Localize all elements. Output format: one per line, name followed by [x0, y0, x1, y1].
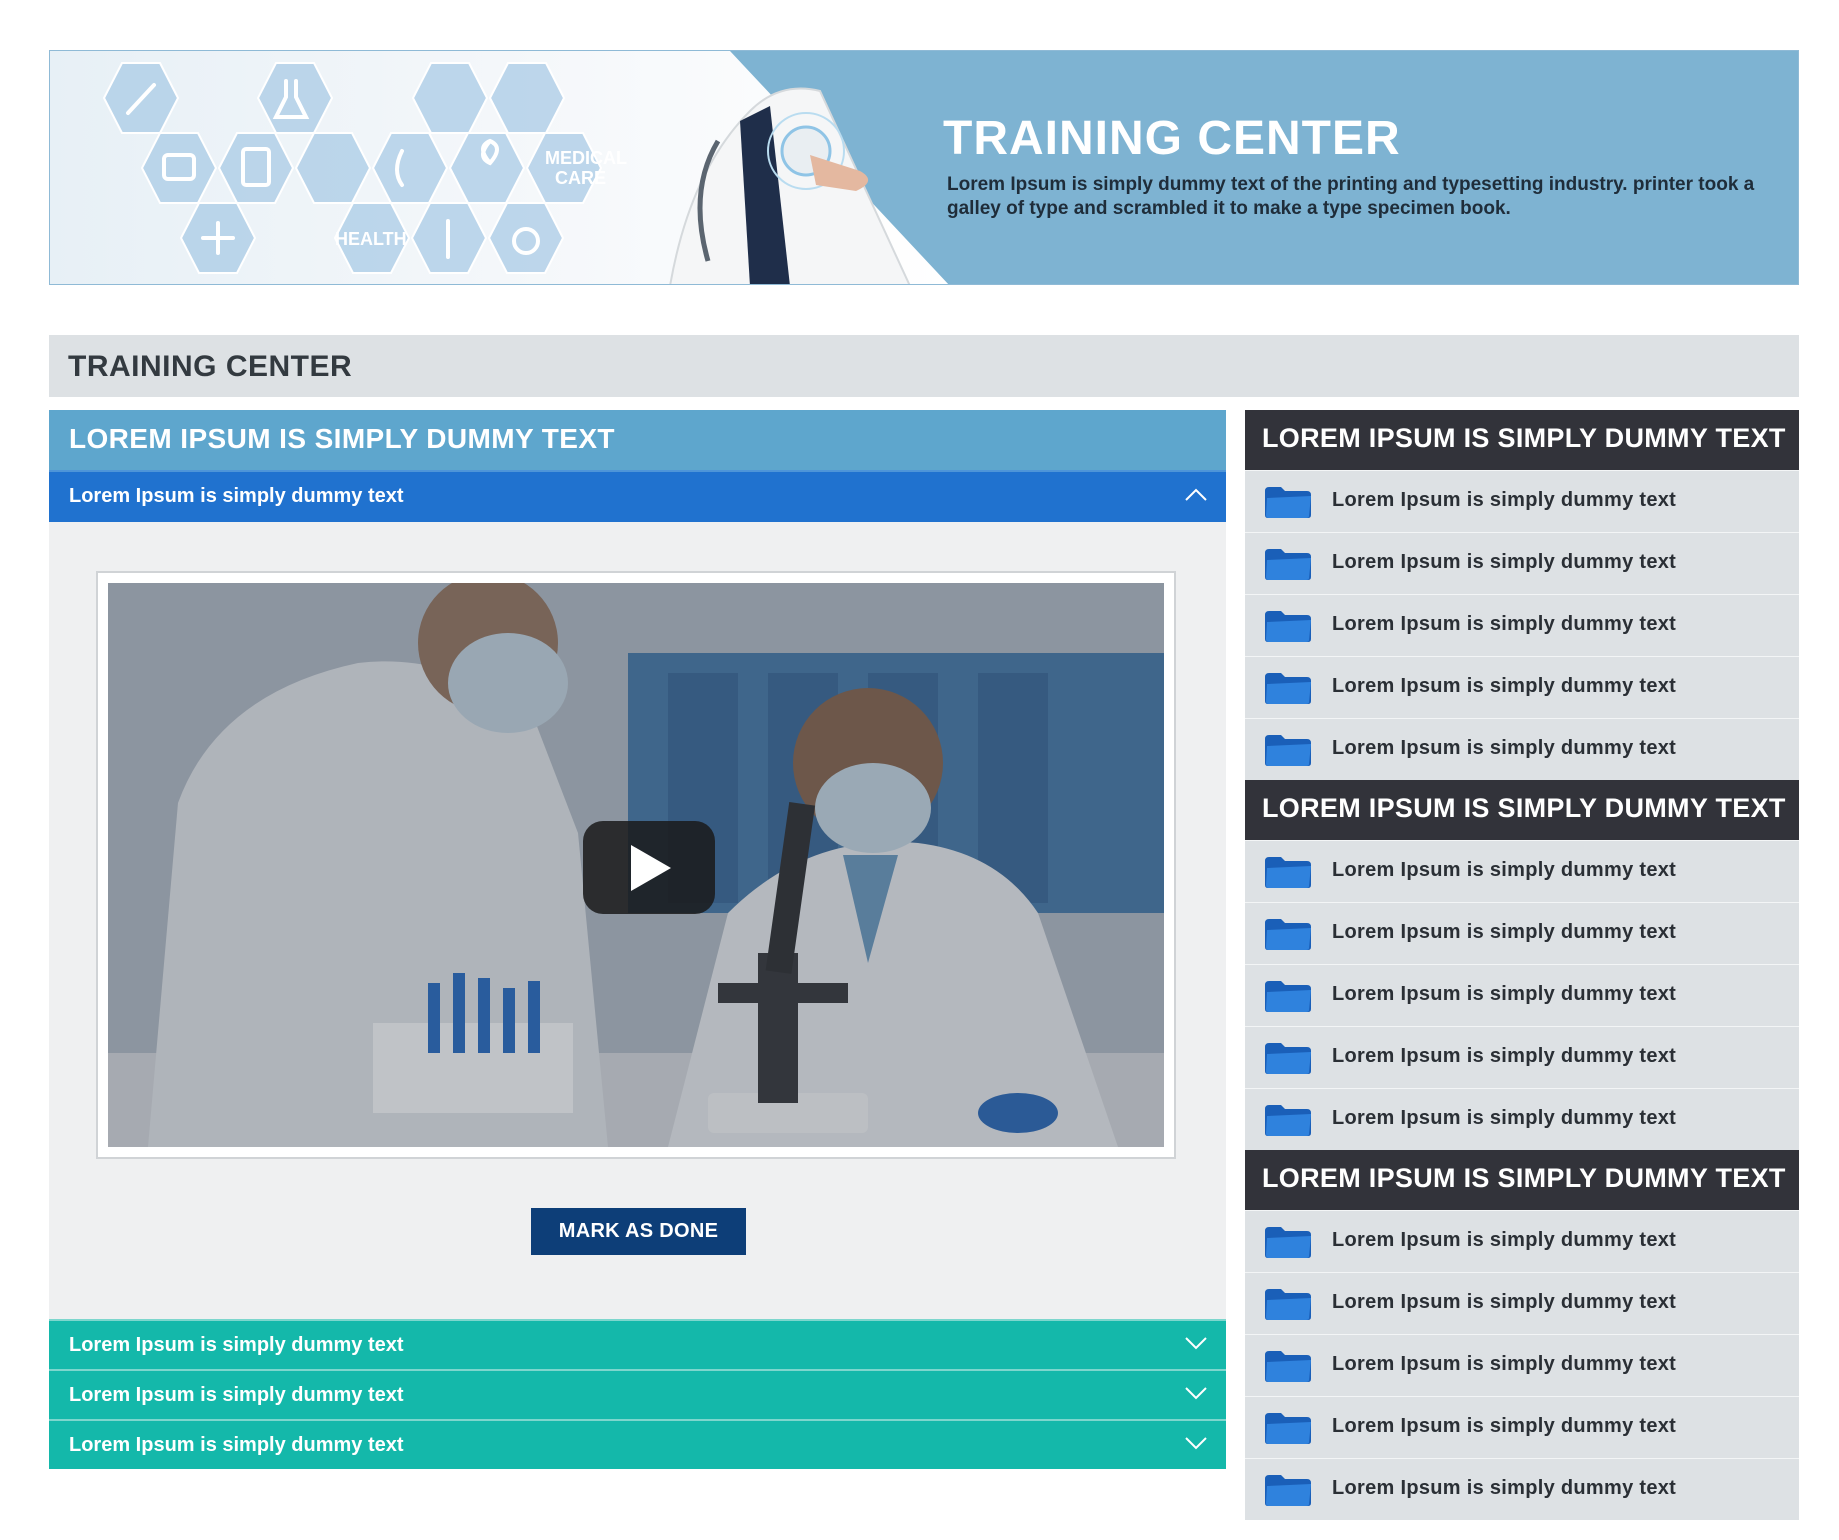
lesson-item-label: Lorem Ipsum is simply dummy text [1332, 1291, 1677, 1313]
folder-icon [1265, 1043, 1311, 1074]
folder-icon [1265, 981, 1311, 1012]
hex-label-medical: MEDICAL [545, 148, 627, 168]
lesson-item-label: Lorem Ipsum is simply dummy text [1332, 1477, 1677, 1499]
lesson-group-title: LOREM IPSUM IS SIMPLY DUMMY TEXT [1262, 423, 1786, 453]
lesson-item-label: Lorem Ipsum is simply dummy text [1332, 1415, 1677, 1437]
lesson-item-label: Lorem Ipsum is simply dummy text [1332, 737, 1677, 759]
lesson-item-label: Lorem Ipsum is simply dummy text [1332, 489, 1677, 511]
lesson-item-label: Lorem Ipsum is simply dummy text [1332, 1045, 1677, 1067]
lesson-group-header: LOREM IPSUM IS SIMPLY DUMMY TEXT [1245, 1150, 1799, 1210]
lesson-list-item[interactable]: Lorem Ipsum is simply dummy text [1245, 594, 1799, 656]
folder-icon [1265, 735, 1311, 766]
accordion-item-open[interactable]: Lorem Ipsum is simply dummy text [49, 470, 1226, 522]
lesson-list-item[interactable]: Lorem Ipsum is simply dummy text [1245, 1396, 1799, 1458]
accordion-item-label: Lorem Ipsum is simply dummy text [69, 1334, 404, 1356]
lesson-group-header: LOREM IPSUM IS SIMPLY DUMMY TEXT [1245, 780, 1799, 840]
lesson-list-item[interactable]: Lorem Ipsum is simply dummy text [1245, 1334, 1799, 1396]
accordion-item[interactable]: Lorem Ipsum is simply dummy text [49, 1419, 1226, 1469]
lesson-item-label: Lorem Ipsum is simply dummy text [1332, 1229, 1677, 1251]
folder-icon [1265, 1475, 1311, 1506]
lesson-list-item[interactable]: Lorem Ipsum is simply dummy text [1245, 840, 1799, 902]
accordion-item[interactable]: Lorem Ipsum is simply dummy text [49, 1319, 1226, 1369]
lesson-list-item[interactable]: Lorem Ipsum is simply dummy text [1245, 718, 1799, 780]
lesson-item-label: Lorem Ipsum is simply dummy text [1332, 613, 1677, 635]
lesson-item-label: Lorem Ipsum is simply dummy text [1332, 983, 1677, 1005]
lesson-group-title: LOREM IPSUM IS SIMPLY DUMMY TEXT [1262, 1163, 1786, 1193]
lesson-list-item[interactable]: Lorem Ipsum is simply dummy text [1245, 902, 1799, 964]
lesson-list-panel: LOREM IPSUM IS SIMPLY DUMMY TEXT Lorem I… [1245, 410, 1799, 1520]
lesson-list-item[interactable]: Lorem Ipsum is simply dummy text [1245, 1272, 1799, 1334]
folder-icon [1265, 1351, 1311, 1382]
chevron-up-icon[interactable] [1184, 488, 1208, 502]
folder-icon [1265, 857, 1311, 888]
course-panel: LOREM IPSUM IS SIMPLY DUMMY TEXT Lorem I… [49, 410, 1226, 1469]
lesson-list-item[interactable]: Lorem Ipsum is simply dummy text [1245, 1210, 1799, 1272]
banner-title: TRAINING CENTER [943, 112, 1401, 165]
lesson-item-label: Lorem Ipsum is simply dummy text [1332, 551, 1677, 573]
lesson-list-item[interactable]: Lorem Ipsum is simply dummy text [1245, 470, 1799, 532]
lesson-item-label: Lorem Ipsum is simply dummy text [1332, 675, 1677, 697]
hex-label-care: CARE [555, 168, 606, 188]
lesson-item-label: Lorem Ipsum is simply dummy text [1332, 859, 1677, 881]
lesson-group-title: LOREM IPSUM IS SIMPLY DUMMY TEXT [1262, 793, 1786, 823]
lesson-item-label: Lorem Ipsum is simply dummy text [1332, 921, 1677, 943]
course-title: LOREM IPSUM IS SIMPLY DUMMY TEXT [69, 423, 615, 454]
chevron-down-icon[interactable] [1184, 1386, 1208, 1400]
accordion-item[interactable]: Lorem Ipsum is simply dummy text [49, 1369, 1226, 1419]
accordion-content: MARK AS DONE [49, 522, 1226, 1319]
course-title-bar: LOREM IPSUM IS SIMPLY DUMMY TEXT [49, 410, 1226, 470]
lesson-list-item[interactable]: Lorem Ipsum is simply dummy text [1245, 1026, 1799, 1088]
mark-as-done-button[interactable]: MARK AS DONE [531, 1208, 746, 1255]
folder-icon [1265, 487, 1311, 518]
play-icon[interactable] [583, 821, 715, 914]
video-player[interactable] [96, 571, 1176, 1159]
section-header: TRAINING CENTER [49, 335, 1799, 397]
hex-label-health: HEALTH [335, 229, 407, 249]
folder-icon [1265, 1227, 1311, 1258]
accordion-item-label: Lorem Ipsum is simply dummy text [69, 485, 404, 507]
chevron-down-icon[interactable] [1184, 1436, 1208, 1450]
lesson-list-item[interactable]: Lorem Ipsum is simply dummy text [1245, 532, 1799, 594]
folder-icon [1265, 1105, 1311, 1136]
hero-banner: MEDICAL CARE HEALTH TRAINING CENTER Lore… [49, 50, 1799, 285]
folder-icon [1265, 919, 1311, 950]
banner-description: Lorem Ipsum is simply dummy text of the … [947, 174, 1755, 219]
folder-icon [1265, 1289, 1311, 1320]
lesson-list-item[interactable]: Lorem Ipsum is simply dummy text [1245, 1458, 1799, 1520]
lesson-list-item[interactable]: Lorem Ipsum is simply dummy text [1245, 964, 1799, 1026]
lesson-item-label: Lorem Ipsum is simply dummy text [1332, 1107, 1677, 1129]
chevron-down-icon[interactable] [1184, 1336, 1208, 1350]
folder-icon [1265, 611, 1311, 642]
folder-icon [1265, 673, 1311, 704]
lesson-list-item[interactable]: Lorem Ipsum is simply dummy text [1245, 656, 1799, 718]
banner-medical-image: MEDICAL CARE HEALTH [50, 51, 949, 284]
folder-icon [1265, 549, 1311, 580]
lesson-group-header: LOREM IPSUM IS SIMPLY DUMMY TEXT [1245, 410, 1799, 470]
accordion-item-label: Lorem Ipsum is simply dummy text [69, 1384, 404, 1406]
lesson-item-label: Lorem Ipsum is simply dummy text [1332, 1353, 1677, 1375]
lesson-list-item[interactable]: Lorem Ipsum is simply dummy text [1245, 1088, 1799, 1150]
accordion-item-label: Lorem Ipsum is simply dummy text [69, 1434, 404, 1456]
folder-icon [1265, 1413, 1311, 1444]
section-title: TRAINING CENTER [68, 350, 353, 383]
